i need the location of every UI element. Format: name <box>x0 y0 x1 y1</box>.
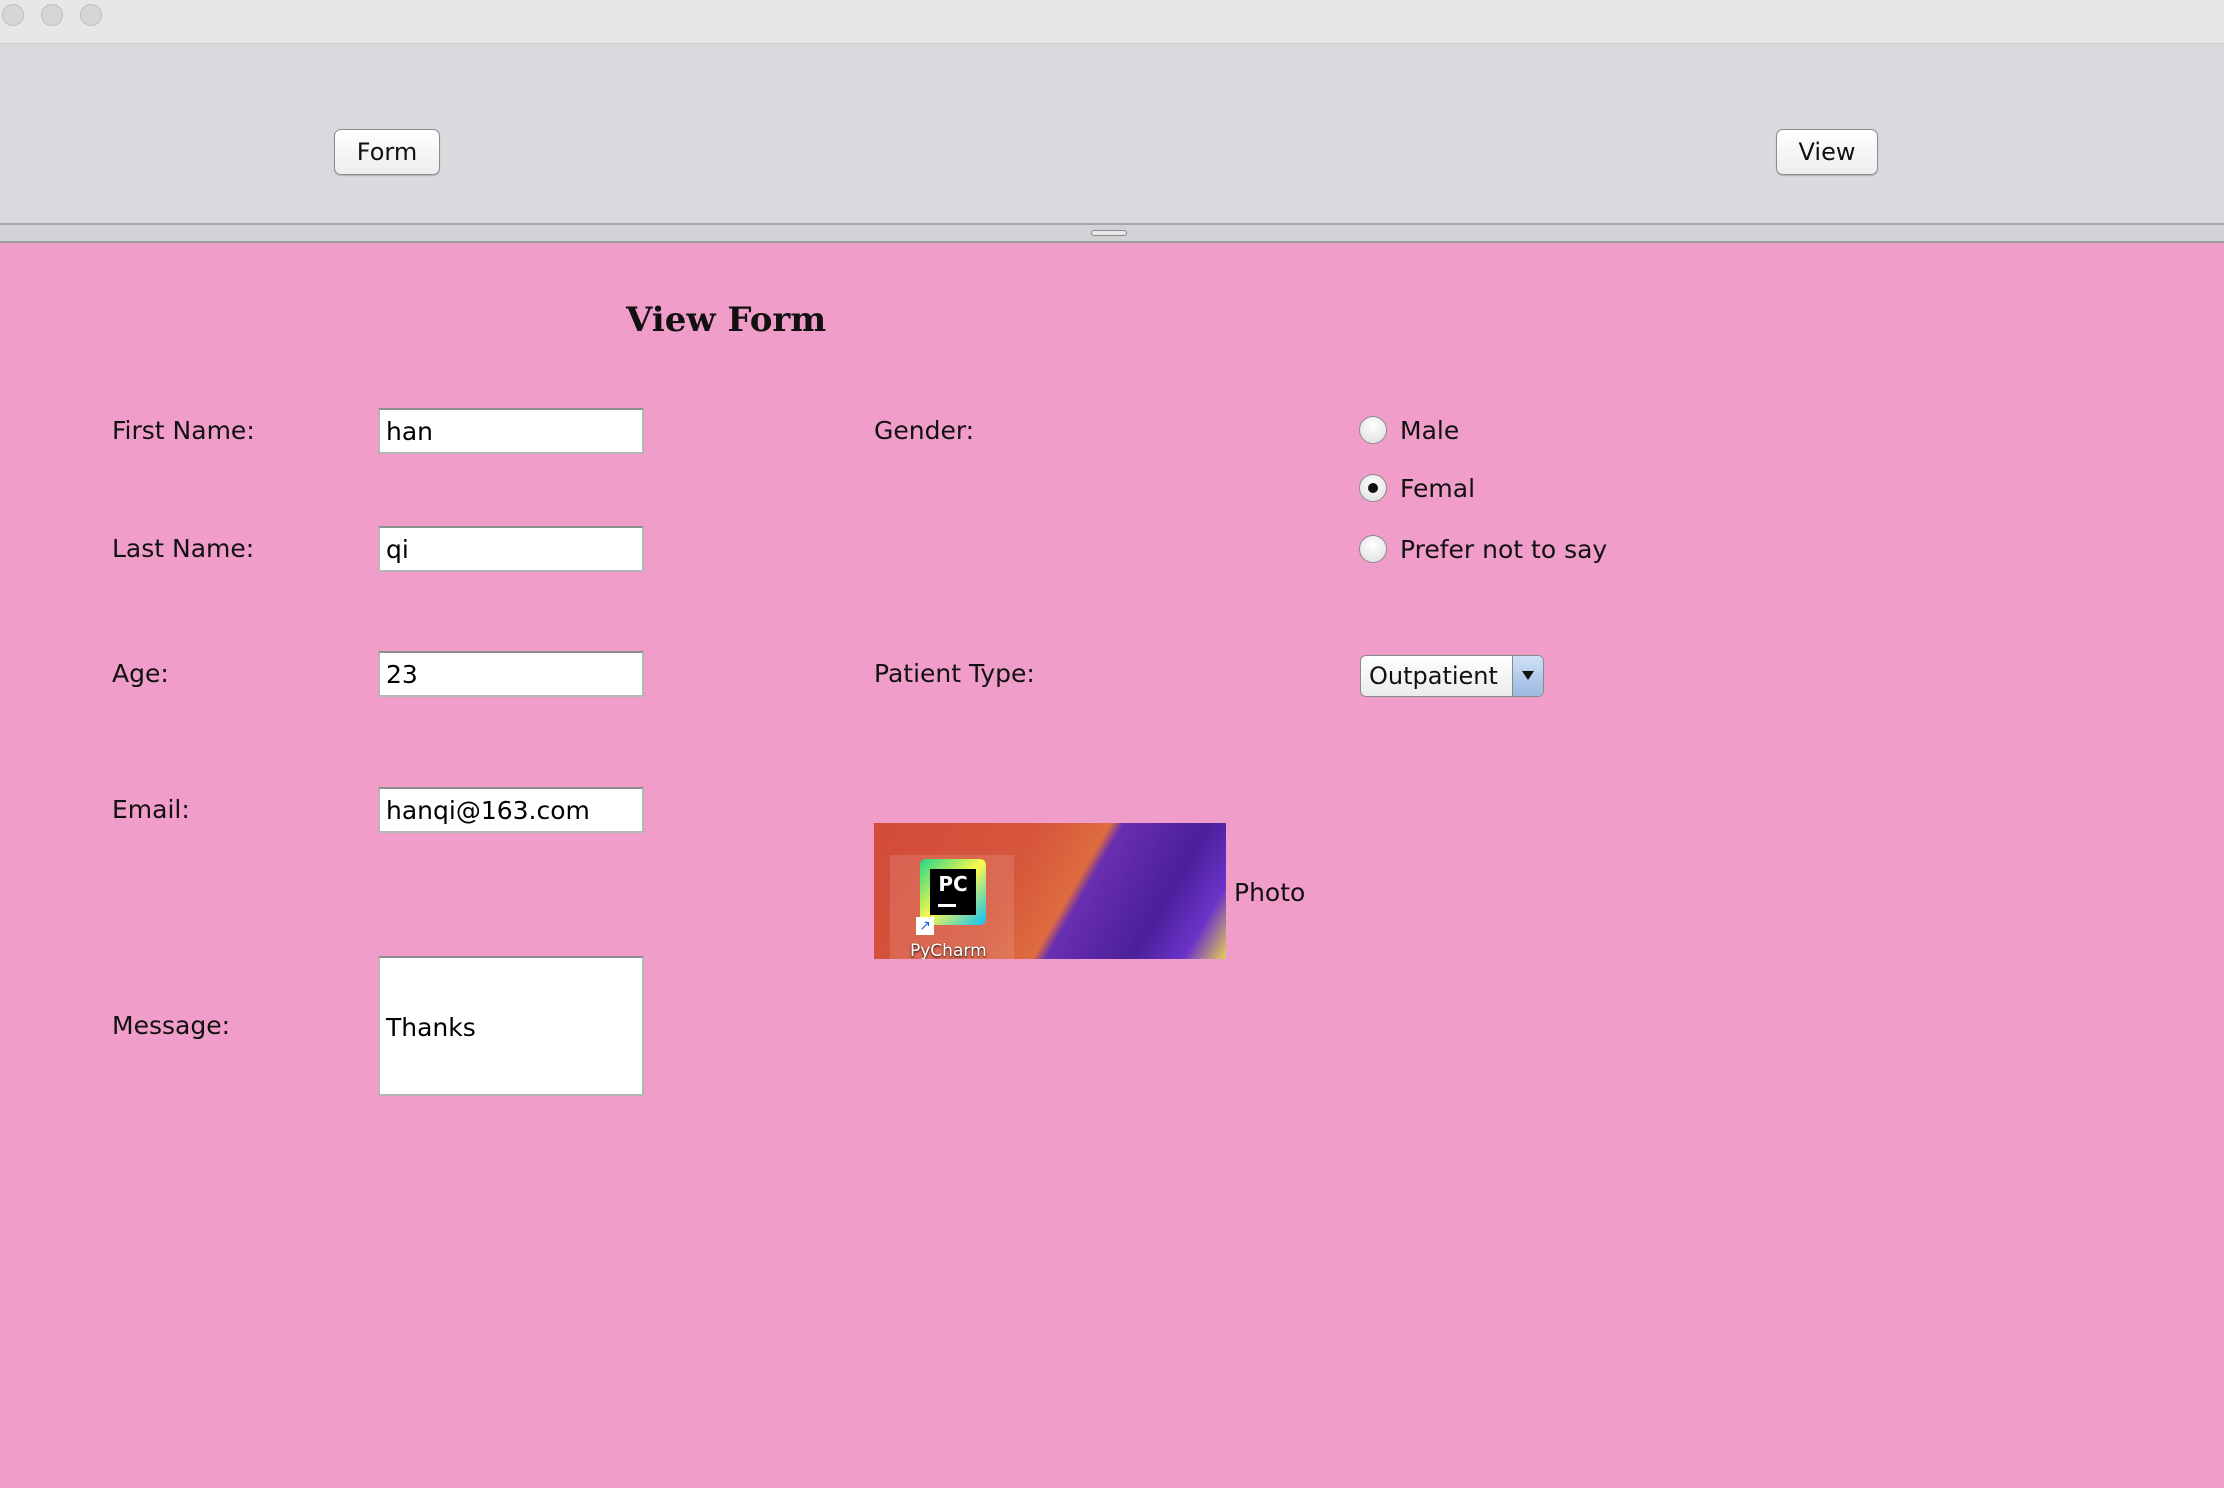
gender-femal-radio[interactable] <box>1359 474 1387 502</box>
view-button[interactable]: View <box>1776 129 1878 175</box>
first-name-field[interactable] <box>378 408 644 454</box>
patient-type-label: Patient Type: <box>874 659 1035 688</box>
page-title: View Form <box>626 300 827 340</box>
pycharm-icon: PC <box>920 859 986 925</box>
gender-male-label[interactable]: Male <box>1400 416 1459 445</box>
gender-label: Gender: <box>874 416 975 445</box>
top-toolbar: Form View <box>0 44 2224 225</box>
gender-prefer-not-radio[interactable] <box>1359 535 1387 563</box>
patient-type-value: Outpatient <box>1369 662 1498 690</box>
last-name-field[interactable] <box>378 526 644 572</box>
close-window-button[interactable] <box>2 4 24 26</box>
split-pane-divider[interactable] <box>0 225 2224 243</box>
last-name-label: Last Name: <box>112 534 255 563</box>
message-label: Message: <box>112 1011 230 1040</box>
gender-prefer-not-label[interactable]: Prefer not to say <box>1400 535 1607 564</box>
divider-grip-icon[interactable] <box>1091 230 1127 236</box>
first-name-label: First Name: <box>112 416 255 445</box>
gender-femal-label[interactable]: Femal <box>1400 474 1475 503</box>
form-button[interactable]: Form <box>334 129 440 175</box>
pycharm-icon-text: PC <box>930 869 976 915</box>
patient-type-select[interactable]: Outpatient <box>1360 655 1544 697</box>
email-label: Email: <box>112 795 190 824</box>
shortcut-arrow-icon: ↗ <box>916 917 934 935</box>
age-label: Age: <box>112 659 169 688</box>
pycharm-caption: PyCharm <box>910 941 987 959</box>
zoom-window-button[interactable] <box>80 4 102 26</box>
chevron-down-icon[interactable] <box>1512 656 1543 696</box>
photo-label: Photo <box>1234 878 1306 907</box>
photo-image: PC ↗ PyCharm <box>874 823 1226 959</box>
minimize-window-button[interactable] <box>41 4 63 26</box>
age-field[interactable] <box>378 651 644 697</box>
message-textarea[interactable]: Thanks <box>378 956 644 1096</box>
window-titlebar <box>0 0 2224 44</box>
email-field[interactable] <box>378 787 644 833</box>
gender-male-radio[interactable] <box>1359 416 1387 444</box>
